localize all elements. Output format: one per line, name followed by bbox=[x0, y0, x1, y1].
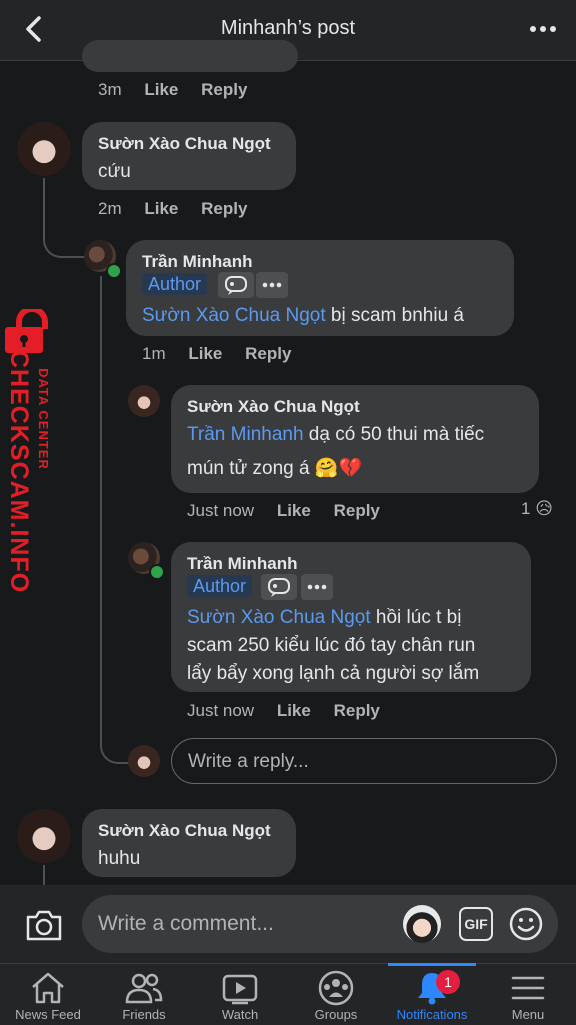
like-link[interactable]: Like bbox=[277, 501, 311, 520]
reply-input[interactable]: Write a reply... bbox=[171, 738, 557, 784]
more-options-icon[interactable] bbox=[527, 16, 559, 42]
nav-item-label: Friends bbox=[122, 1007, 166, 1022]
watermark-lock-icon bbox=[3, 306, 61, 355]
commenter-name[interactable]: Trần Minhanh bbox=[187, 554, 298, 574]
reply-link[interactable]: Reply bbox=[201, 199, 247, 218]
commenter-name[interactable]: Sườn Xào Chua Ngọt bbox=[187, 397, 360, 417]
menu-icon bbox=[511, 976, 545, 1000]
comment-input-placeholder: Write a comment... bbox=[98, 912, 274, 935]
mention-link[interactable]: Sườn Xào Chua Ngọt bbox=[142, 305, 326, 326]
watermark-subtext: DATA CENTER bbox=[36, 368, 51, 470]
bottom-nav: News Feed Friends Watch Groups Notificat… bbox=[0, 963, 576, 1025]
sad-reaction-icon: 😥 bbox=[535, 499, 553, 518]
nav-item-label: Menu bbox=[511, 1007, 545, 1022]
back-arrow-icon[interactable] bbox=[20, 14, 50, 44]
reply-bubble: Sườn Xào Chua Ngọt Trần Minhanh dạ có 50… bbox=[171, 385, 539, 493]
comment-time: Just now bbox=[187, 701, 255, 720]
clipped-comment-bubble bbox=[82, 40, 298, 72]
reply-link[interactable]: Reply bbox=[201, 80, 247, 99]
thread-line bbox=[43, 865, 47, 885]
commenter-name[interactable]: Trần Minhanh bbox=[142, 252, 253, 272]
comment-time: Just now bbox=[187, 501, 255, 520]
comment-meta: Just now Like Reply bbox=[187, 501, 380, 521]
online-status-dot bbox=[149, 564, 165, 580]
current-user-avatar bbox=[128, 745, 160, 777]
comment-time: 3m bbox=[98, 80, 122, 99]
thread-line bbox=[43, 178, 85, 258]
nav-item-label: Groups bbox=[314, 1007, 358, 1022]
comment-text: Sườn Xào Chua Ngọt bị scam bnhiu á bbox=[142, 305, 464, 326]
message-badge-icon[interactable] bbox=[218, 272, 254, 298]
comment-text: huhu bbox=[98, 848, 141, 869]
gif-label: GIF bbox=[464, 916, 488, 932]
notification-count-badge: 1 bbox=[436, 970, 460, 994]
comment-bubble: Sườn Xào Chua Ngọt huhu bbox=[82, 809, 296, 877]
nav-item-friends[interactable]: Friends bbox=[96, 964, 192, 1025]
more-badges-icon[interactable] bbox=[301, 574, 333, 600]
comment-text: Trần Minhanh dạ có 50 thui mà tiếc mún t… bbox=[187, 424, 485, 479]
avatar[interactable] bbox=[128, 385, 160, 417]
comment-meta: Just now Like Reply bbox=[187, 701, 380, 721]
reply-link[interactable]: Reply bbox=[245, 344, 291, 363]
avatar-sticker-icon[interactable] bbox=[403, 905, 441, 943]
author-badge: Author bbox=[142, 273, 208, 295]
nav-item-menu[interactable]: Menu bbox=[480, 964, 576, 1025]
watermark-text: CHECKSCAM.INFO bbox=[5, 350, 33, 594]
like-link[interactable]: Like bbox=[277, 701, 311, 720]
nav-item-label: Watch bbox=[221, 1007, 259, 1022]
nav-item-label: Notifications bbox=[396, 1007, 468, 1022]
commenter-name[interactable]: Sườn Xào Chua Ngọt bbox=[98, 821, 271, 841]
nav-item-notifications[interactable]: Notifications bbox=[384, 964, 480, 1025]
gif-button[interactable]: GIF bbox=[459, 907, 493, 941]
comment-meta: 3m Like Reply bbox=[98, 80, 247, 100]
groups-icon bbox=[318, 970, 354, 1006]
home-icon bbox=[32, 972, 64, 1004]
comment-bubble: Sườn Xào Chua Ngọt cứu bbox=[82, 122, 296, 190]
reply-link[interactable]: Reply bbox=[334, 701, 380, 720]
comment-text: Sườn Xào Chua Ngọt hồi lúc t bị scam 250… bbox=[187, 607, 480, 684]
commenter-name[interactable]: Sườn Xào Chua Ngọt bbox=[98, 134, 271, 154]
nav-item-watch[interactable]: Watch bbox=[192, 964, 288, 1025]
more-badges-icon[interactable] bbox=[256, 272, 288, 298]
reply-bubble: Trần Minhanh Author Sườn Xào Chua Ngọt h… bbox=[171, 542, 531, 692]
reply-link[interactable]: Reply bbox=[334, 501, 380, 520]
page-title: Minhanh’s post bbox=[220, 17, 356, 39]
comment-meta: 1m Like Reply bbox=[142, 344, 291, 364]
emoji-icon[interactable] bbox=[508, 906, 544, 942]
friends-icon bbox=[125, 973, 163, 1004]
nav-item-groups[interactable]: Groups bbox=[288, 964, 384, 1025]
reply-bubble: Trần Minhanh Author Sườn Xào Chua Ngọt b… bbox=[126, 240, 514, 336]
avatar[interactable] bbox=[17, 122, 71, 176]
watch-icon bbox=[222, 974, 258, 1005]
like-link[interactable]: Like bbox=[144, 199, 178, 218]
camera-icon[interactable] bbox=[24, 906, 64, 944]
comment-time: 1m bbox=[142, 344, 166, 363]
like-link[interactable]: Like bbox=[188, 344, 222, 363]
active-tab-indicator bbox=[388, 963, 476, 966]
reaction-count: 1 bbox=[521, 499, 531, 518]
reply-input-placeholder: Write a reply... bbox=[188, 751, 309, 772]
thread-line bbox=[100, 276, 132, 764]
avatar[interactable] bbox=[17, 809, 71, 863]
comment-time: 2m bbox=[98, 199, 122, 218]
nav-item-label: News Feed bbox=[15, 1007, 81, 1022]
mention-link[interactable]: Sườn Xào Chua Ngọt bbox=[187, 607, 371, 628]
comment-meta: 2m Like Reply bbox=[98, 199, 247, 219]
comment-text: cứu bbox=[98, 161, 131, 182]
author-badge: Author bbox=[187, 575, 253, 597]
message-badge-icon[interactable] bbox=[261, 574, 297, 600]
mention-link[interactable]: Trần Minhanh bbox=[187, 424, 304, 445]
nav-item-news-feed[interactable]: News Feed bbox=[0, 964, 96, 1025]
like-link[interactable]: Like bbox=[144, 80, 178, 99]
reaction-summary[interactable]: 1 😥 bbox=[521, 499, 553, 519]
